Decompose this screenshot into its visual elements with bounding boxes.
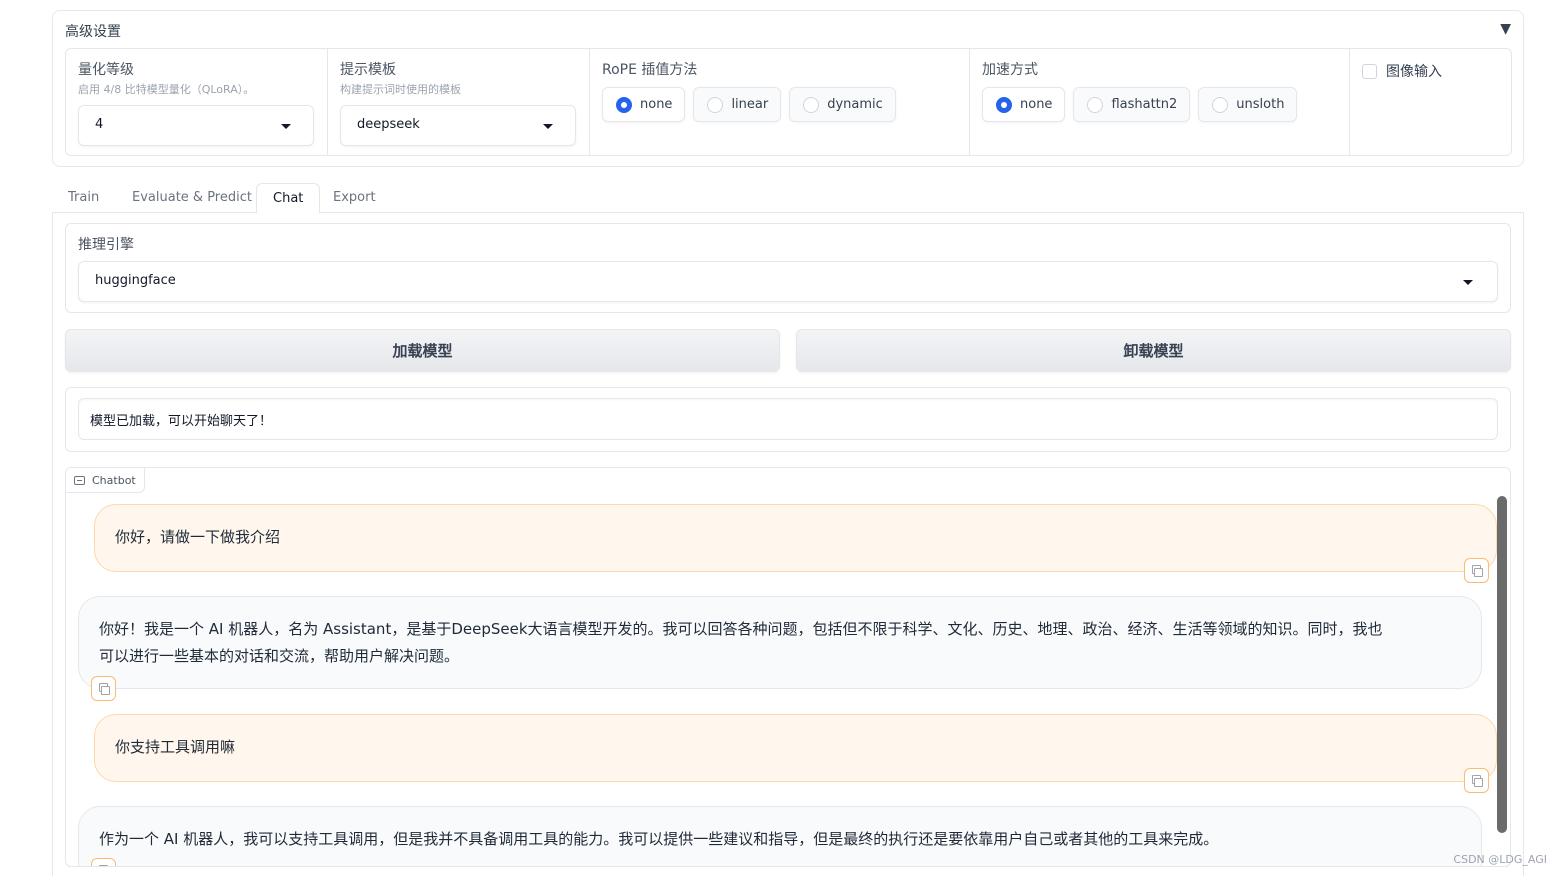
- quantization-value: 4: [95, 117, 104, 132]
- acceleration-radio-group: none flashattn2 unsloth: [982, 87, 1298, 122]
- chatbot-label: Chatbot: [66, 468, 145, 493]
- chevron-down-icon: [1463, 280, 1473, 285]
- inference-engine-value: huggingface: [95, 273, 176, 288]
- template-value: deepseek: [357, 117, 420, 132]
- status-text: 模型已加载，可以开始聊天了！: [90, 414, 273, 429]
- message-text-line-2: 可以进行一些基本的对话和交流，帮助用户解决问题。: [99, 647, 460, 665]
- copy-icon[interactable]: [91, 858, 116, 866]
- inference-engine-dropdown[interactable]: huggingface: [78, 261, 1498, 302]
- radio-dot-icon: [1087, 96, 1104, 113]
- copy-icon[interactable]: [1464, 558, 1489, 583]
- template-info: 构建提示词时使用的模板: [340, 83, 461, 96]
- message-text-line-1: 你好！我是一个 AI 机器人，名为 Assistant，是基于DeepSeek大…: [99, 620, 1383, 638]
- settings-row: 量化等级 启用 4/8 比特模型量化（QLoRA）。 4 提示模板 构建提示词时…: [65, 48, 1512, 156]
- chevron-down-icon: [281, 124, 291, 129]
- quantization-info: 启用 4/8 比特模型量化（QLoRA）。: [78, 83, 255, 96]
- chevron-down-icon: [543, 124, 553, 129]
- checkbox-icon: [1362, 63, 1377, 79]
- quantization-cell: 量化等级 启用 4/8 比特模型量化（QLoRA）。 4: [66, 49, 328, 155]
- inference-engine-label: 推理引擎: [78, 237, 134, 253]
- collapse-caret-icon[interactable]: ▼: [1500, 21, 1511, 37]
- acceleration-cell: 加速方式 none flashattn2 unsloth: [970, 49, 1350, 155]
- rope-option-linear[interactable]: linear: [693, 87, 782, 122]
- main-tabs: Train Evaluate & Predict Chat Export: [52, 183, 1524, 214]
- message-text: 作为一个 AI 机器人，我可以支持工具调用，但是我并不具备调用工具的能力。我可以…: [99, 830, 1219, 848]
- copy-icon[interactable]: [91, 676, 116, 701]
- advanced-settings-title[interactable]: 高级设置: [65, 21, 121, 41]
- radio-dot-icon: [803, 96, 820, 113]
- watermark: CSDN @LDG_AGI: [1453, 853, 1547, 866]
- template-cell: 提示模板 构建提示词时使用的模板 deepseek: [328, 49, 590, 155]
- quantization-label: 量化等级: [78, 62, 134, 78]
- rope-option-none[interactable]: none: [602, 87, 686, 122]
- radio-dot-icon: [616, 96, 632, 113]
- radio-dot-icon: [1212, 96, 1229, 113]
- chat-scrollbar[interactable]: [1497, 496, 1507, 833]
- template-label: 提示模板: [340, 62, 396, 78]
- advanced-settings-accordion: 高级设置 ▼ 量化等级 启用 4/8 比特模型量化（QLoRA）。 4 提示模板…: [52, 10, 1524, 167]
- bot-message: 作为一个 AI 机器人，我可以支持工具调用，但是我并不具备调用工具的能力。我可以…: [78, 806, 1482, 866]
- tab-evaluate-predict[interactable]: Evaluate & Predict: [116, 183, 268, 213]
- radio-dot-icon: [996, 96, 1012, 113]
- tab-chat[interactable]: Chat: [256, 183, 321, 214]
- chatbot-panel: Chatbot 你好，请做一下做我介绍 你好！我是一个 AI 机器人，名为 As…: [65, 467, 1511, 867]
- load-model-button[interactable]: 加载模型: [65, 329, 780, 372]
- status-textbox[interactable]: 模型已加载，可以开始聊天了！: [78, 398, 1498, 440]
- rope-label: RoPE 插值方法: [602, 62, 698, 78]
- rope-option-dynamic[interactable]: dynamic: [789, 87, 896, 122]
- tab-export[interactable]: Export: [317, 183, 392, 213]
- image-input-cell: 图像输入: [1350, 49, 1511, 155]
- image-input-label: 图像输入: [1386, 64, 1442, 80]
- radio-dot-icon: [707, 96, 724, 113]
- tab-train[interactable]: Train: [52, 183, 115, 213]
- accel-option-flashattn2[interactable]: flashattn2: [1073, 87, 1191, 122]
- inference-engine-block: 推理引擎 huggingface: [65, 223, 1511, 313]
- user-message: 你支持工具调用嘛: [94, 714, 1497, 782]
- rope-radio-group: none linear dynamic: [602, 87, 896, 122]
- quantization-dropdown[interactable]: 4: [78, 105, 314, 146]
- accel-option-unsloth[interactable]: unsloth: [1198, 87, 1298, 122]
- unload-model-button[interactable]: 卸载模型: [796, 329, 1511, 372]
- acceleration-label: 加速方式: [982, 62, 1038, 78]
- image-input-checkbox[interactable]: 图像输入: [1362, 61, 1442, 81]
- bot-message: 你好！我是一个 AI 机器人，名为 Assistant，是基于DeepSeek大…: [78, 596, 1482, 689]
- template-dropdown[interactable]: deepseek: [340, 105, 576, 146]
- copy-icon[interactable]: [1464, 768, 1489, 793]
- chat-icon: [74, 475, 85, 485]
- message-text: 你好，请做一下做我介绍: [115, 528, 281, 546]
- accel-option-none[interactable]: none: [982, 87, 1066, 122]
- message-text: 你支持工具调用嘛: [115, 738, 236, 756]
- rope-cell: RoPE 插值方法 none linear dynamic: [590, 49, 970, 155]
- status-block: 模型已加载，可以开始聊天了！: [65, 387, 1511, 452]
- user-message: 你好，请做一下做我介绍: [94, 504, 1497, 572]
